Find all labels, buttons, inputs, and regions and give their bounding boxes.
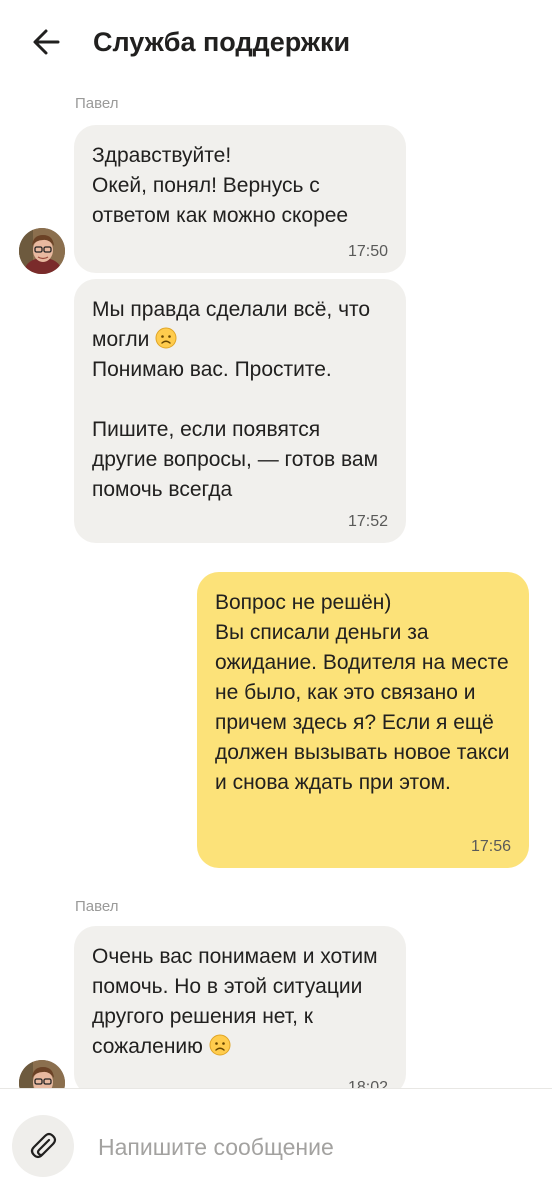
header-bar: Служба поддержки xyxy=(0,0,552,84)
message-text: Вопрос не решён) Вы списали деньги за ож… xyxy=(215,591,510,794)
sender-name: Павел xyxy=(75,898,119,915)
back-button[interactable] xyxy=(28,24,68,60)
avatar xyxy=(19,228,65,274)
worried-face-icon xyxy=(209,1034,231,1056)
message-input[interactable] xyxy=(98,1125,518,1169)
message-text-part: Очень вас понимаем и хотим помочь. Но в … xyxy=(92,945,384,1058)
sender-name: Павел xyxy=(75,95,119,112)
paperclip-icon xyxy=(30,1132,57,1159)
worried-face-icon xyxy=(155,327,177,349)
outgoing-message: Вопрос не решён) Вы списали деньги за ож… xyxy=(197,572,529,868)
agent-avatar-image xyxy=(19,1060,65,1088)
message-text: Мы правда сделали всё, что могли Понимаю… xyxy=(92,295,388,505)
attach-button[interactable] xyxy=(12,1115,74,1177)
message-text: Здравствуйте! Окей, понял! Вернусь с отв… xyxy=(92,144,349,227)
message-text: Очень вас понимаем и хотим помочь. Но в … xyxy=(92,942,388,1062)
chat-messages[interactable]: Павел Здравствуйте! Окей, понял! Вернусь… xyxy=(0,84,552,1088)
message-text-part: Мы правда сделали всё, что могли xyxy=(92,298,376,351)
message-composer xyxy=(0,1088,552,1200)
message-time: 17:50 xyxy=(347,243,388,260)
avatar xyxy=(19,1060,65,1088)
incoming-message: Здравствуйте! Окей, понял! Вернусь с отв… xyxy=(74,125,406,273)
page-title: Служба поддержки xyxy=(93,27,351,57)
message-time: 17:52 xyxy=(347,513,388,530)
message-time: 17:56 xyxy=(470,838,511,855)
agent-avatar-image xyxy=(19,228,65,274)
message-text-part: Понимаю вас. Простите. Пишите, если появ… xyxy=(92,358,379,501)
message-time: 18:02 xyxy=(347,1079,388,1088)
incoming-message: Очень вас понимаем и хотим помочь. Но в … xyxy=(74,926,406,1088)
arrow-left-icon xyxy=(33,29,60,55)
incoming-message: Мы правда сделали всё, что могли Понимаю… xyxy=(74,279,406,543)
